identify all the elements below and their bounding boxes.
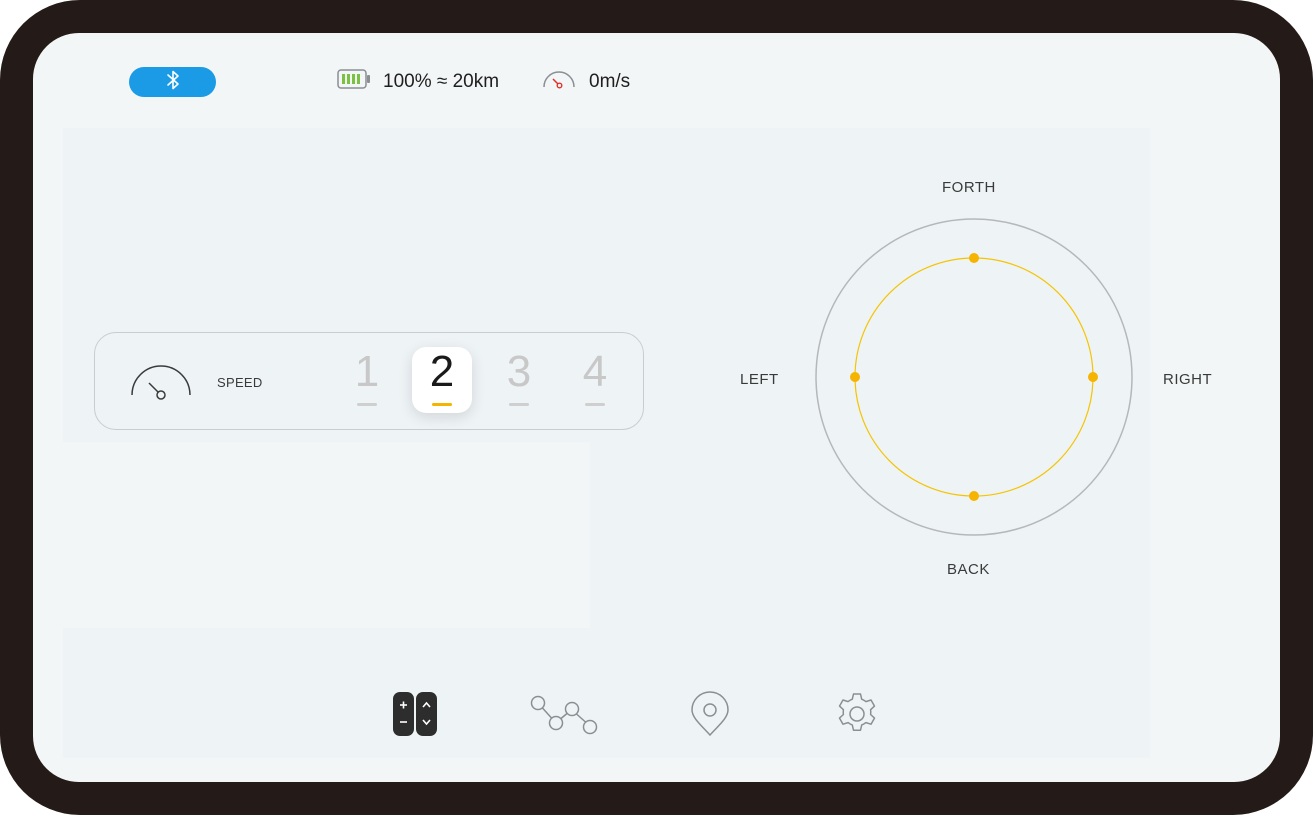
direction-joystick[interactable] xyxy=(814,217,1134,537)
route-nodes-icon xyxy=(528,693,600,740)
direction-left-label: LEFT xyxy=(740,371,779,388)
gear-indicator xyxy=(357,403,377,406)
nav-location[interactable] xyxy=(683,689,737,743)
nav-route[interactable] xyxy=(526,689,602,743)
gear-number: 2 xyxy=(429,347,455,396)
battery-icon xyxy=(337,68,371,96)
joystick-right-dot xyxy=(1088,372,1098,382)
direction-right-label: RIGHT xyxy=(1163,371,1213,388)
joystick-back-dot xyxy=(969,491,979,501)
battery-text: 100% ≈ 20km xyxy=(383,71,500,92)
gear-4-button[interactable]: 4 xyxy=(565,347,625,413)
direction-forth-label: FORTH xyxy=(942,179,996,196)
gear-indicator xyxy=(509,403,529,406)
gear-indicator xyxy=(585,403,605,406)
gear-1-button[interactable]: 1 xyxy=(337,347,397,413)
gear-number: 4 xyxy=(582,347,608,396)
battery-status: 100% ≈ 20km xyxy=(337,67,499,97)
current-speed-status: 0m/s xyxy=(541,67,630,97)
joystick-outer-ring xyxy=(815,218,1133,536)
joystick-forth-dot xyxy=(969,253,979,263)
nav-settings[interactable] xyxy=(830,689,884,743)
speed-label: SPEED xyxy=(217,375,263,390)
screen: 100% ≈ 20km 0m/s SPEED 1 2 3 4 FORTH BAC… xyxy=(33,33,1280,782)
speedometer-icon xyxy=(129,361,193,406)
device-frame: 100% ≈ 20km 0m/s SPEED 1 2 3 4 FORTH BAC… xyxy=(0,0,1313,815)
joystick-inner-ring xyxy=(854,257,1094,497)
gear-2-button[interactable]: 2 xyxy=(412,347,472,413)
speed-text: 0m/s xyxy=(589,71,631,92)
speed-panel: SPEED 1 2 3 4 xyxy=(94,332,644,430)
direction-back-label: BACK xyxy=(947,561,990,578)
bottom-panel-background xyxy=(63,628,590,758)
gear-number: 3 xyxy=(506,347,532,396)
gear-3-button[interactable]: 3 xyxy=(489,347,549,413)
gear-indicator-active xyxy=(432,403,452,406)
bluetooth-icon xyxy=(164,69,182,96)
bluetooth-button[interactable] xyxy=(129,67,216,97)
gear-number: 1 xyxy=(354,347,380,396)
control-pad-icon xyxy=(390,691,440,742)
settings-gear-icon xyxy=(835,692,879,741)
speedometer-icon xyxy=(541,68,577,96)
location-pin-icon xyxy=(690,690,730,742)
joystick-left-dot xyxy=(850,372,860,382)
nav-control-pad[interactable] xyxy=(388,689,442,743)
